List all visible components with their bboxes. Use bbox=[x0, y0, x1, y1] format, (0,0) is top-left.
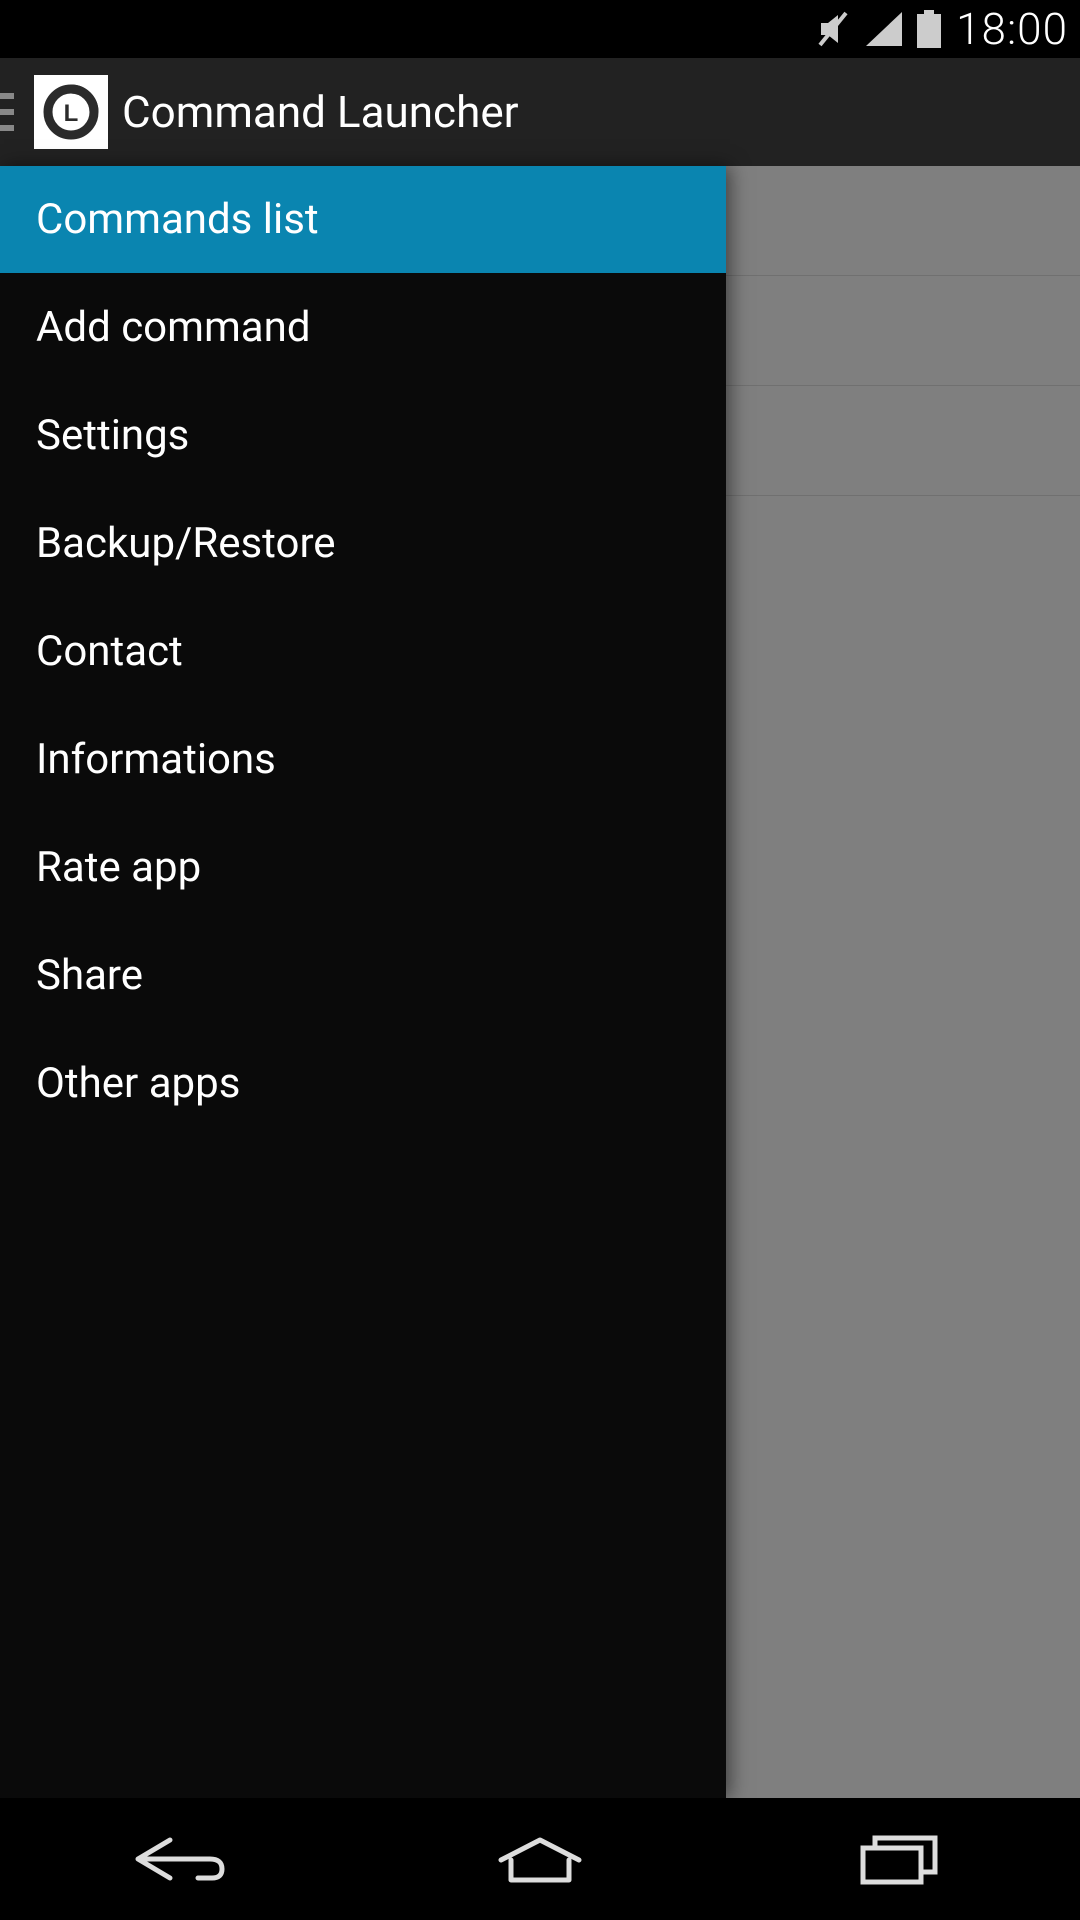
drawer-item-share[interactable]: Share bbox=[0, 922, 726, 1030]
status-time: 18:00 bbox=[956, 3, 1068, 55]
drawer-item-other-apps[interactable]: Other apps bbox=[0, 1030, 726, 1138]
mute-icon bbox=[816, 9, 852, 49]
drawer-item-label: Backup/Restore bbox=[36, 519, 336, 568]
app-title: Command Launcher bbox=[122, 86, 519, 138]
recent-apps-button[interactable] bbox=[840, 1829, 960, 1889]
drawer-item-informations[interactable]: Informations bbox=[0, 706, 726, 814]
home-button[interactable] bbox=[480, 1829, 600, 1889]
app-icon[interactable]: L bbox=[34, 75, 108, 149]
drawer-item-label: Share bbox=[36, 951, 143, 1000]
drawer-item-label: Commands list bbox=[36, 195, 319, 244]
drawer-item-backup-restore[interactable]: Backup/Restore bbox=[0, 490, 726, 598]
drawer-item-label: Other apps bbox=[36, 1059, 240, 1108]
action-bar: L Command Launcher bbox=[0, 58, 1080, 166]
status-bar: 18:00 bbox=[0, 0, 1080, 58]
drawer-item-commands-list[interactable]: Commands list bbox=[0, 166, 726, 274]
drawer-item-settings[interactable]: Settings bbox=[0, 382, 726, 490]
drawer-indicator-icon[interactable] bbox=[0, 58, 20, 166]
drawer-item-label: Contact bbox=[36, 627, 183, 676]
drawer-item-contact[interactable]: Contact bbox=[0, 598, 726, 706]
system-nav-bar bbox=[0, 1798, 1080, 1920]
signal-icon bbox=[866, 12, 902, 46]
drawer-item-label: Add command bbox=[36, 303, 311, 352]
drawer-item-add-command[interactable]: Add command bbox=[0, 274, 726, 382]
drawer-item-label: Settings bbox=[36, 411, 189, 460]
drawer-item-rate-app[interactable]: Rate app bbox=[0, 814, 726, 922]
drawer-item-label: Informations bbox=[36, 735, 276, 784]
content-area: Commands list Add command Settings Backu… bbox=[0, 166, 1080, 1798]
navigation-drawer: Commands list Add command Settings Backu… bbox=[0, 166, 726, 1798]
back-button[interactable] bbox=[120, 1829, 240, 1889]
svg-text:L: L bbox=[64, 100, 79, 127]
battery-icon bbox=[916, 10, 942, 48]
drawer-item-label: Rate app bbox=[36, 843, 201, 892]
